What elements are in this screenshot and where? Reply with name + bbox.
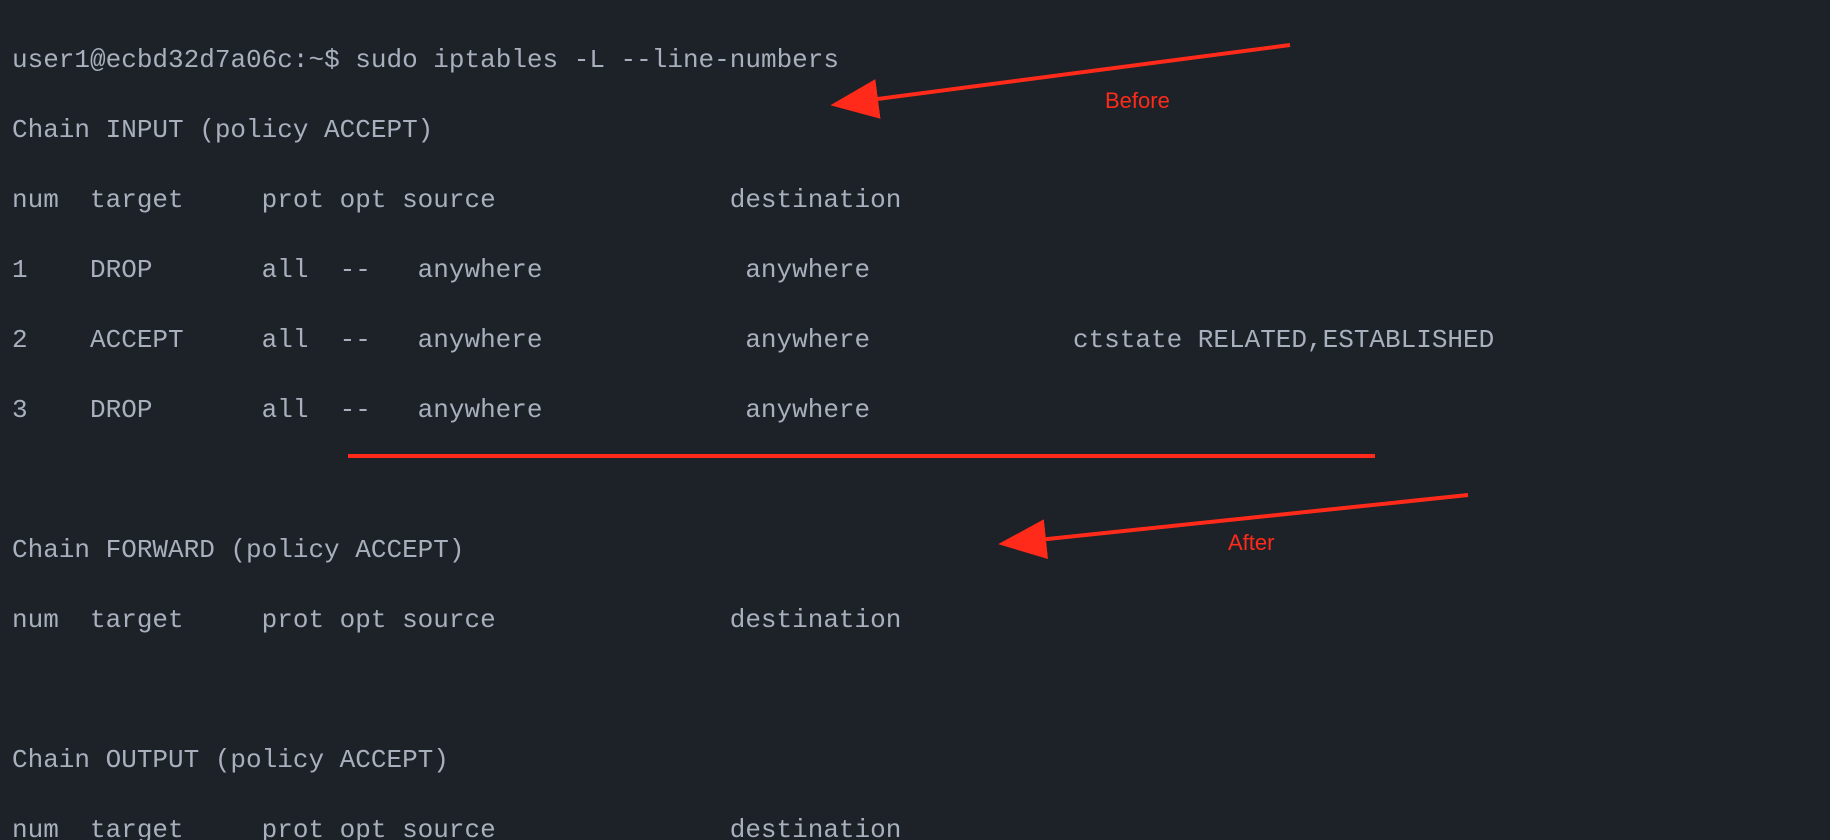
terminal[interactable]: user1@ecbd32d7a06c:~$ sudo iptables -L -… — [0, 0, 1830, 840]
command-1: sudo iptables -L --line-numbers — [355, 45, 839, 75]
blank-line — [12, 463, 1818, 498]
table-row: 3 DROP all -- anywhere anywhere — [12, 393, 1818, 428]
table-row: 2 ACCEPT all -- anywhere anywhere ctstat… — [12, 323, 1818, 358]
columns-header-before: num target prot opt source destination — [12, 183, 1818, 218]
columns-header-forward: num target prot opt source destination — [12, 603, 1818, 638]
chain-forward-header: Chain FORWARD (policy ACCEPT) — [12, 533, 1818, 568]
prompt-line-1: user1@ecbd32d7a06c:~$ sudo iptables -L -… — [12, 43, 1818, 78]
table-row: 1 DROP all -- anywhere anywhere — [12, 253, 1818, 288]
prompt-user: user1@ecbd32d7a06c — [12, 45, 293, 75]
chain-input-header-before: Chain INPUT (policy ACCEPT) — [12, 113, 1818, 148]
chain-output-header: Chain OUTPUT (policy ACCEPT) — [12, 743, 1818, 778]
blank-line — [12, 673, 1818, 708]
columns-header-output: num target prot opt source destination — [12, 813, 1818, 840]
